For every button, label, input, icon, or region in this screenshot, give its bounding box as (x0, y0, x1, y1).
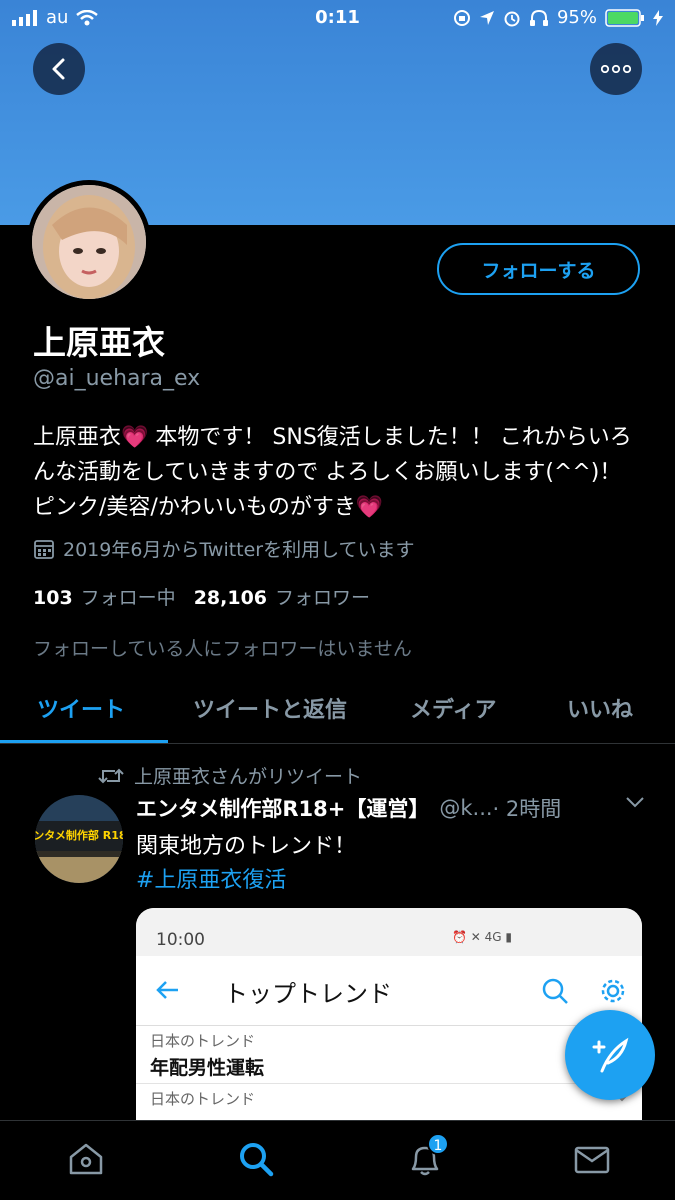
location-icon (479, 10, 494, 25)
search-icon (542, 978, 568, 1004)
active-tab-indicator (0, 740, 168, 743)
nav-home[interactable] (66, 1139, 106, 1179)
tweet-header: エンタメ制作部R18+【運営】 @k... · 2時間 (136, 793, 646, 823)
mail-icon (574, 1146, 610, 1174)
chevron-left-icon (52, 58, 65, 80)
media-time: 10:00 (156, 930, 205, 950)
home-icon (69, 1143, 103, 1175)
nav-search[interactable] (236, 1139, 276, 1179)
tweet-hashtag[interactable]: #上原亜衣復活 (136, 862, 286, 894)
tweet-media-image[interactable]: 10:00 ⏰ ✕ 4G ▮ トップトレンド 日本のトレンド 年配男性運転 日本… (136, 908, 642, 1138)
joined-date: 2019年6月からTwitterを利用しています (33, 535, 415, 562)
follow-counts: 103 フォロー中 28,106 フォロワー (33, 583, 370, 610)
tweet-author-name[interactable]: エンタメ制作部R18+【運営】 (136, 793, 429, 823)
media-title: トップトレンド (224, 980, 392, 1008)
follow-button[interactable]: フォローする (437, 243, 640, 295)
arrow-left-icon (156, 981, 178, 999)
following-count: 103 (33, 587, 73, 609)
profile-name: 上原亜衣 (33, 323, 165, 362)
battery-percent: 95% (556, 7, 597, 28)
media-app-header: トップトレンド (136, 956, 642, 1026)
mutual-followers-note: フォローしている人にフォロワーはいません (33, 638, 412, 660)
tweet-author-handle: @k... (439, 796, 493, 820)
retweet-indicator: 上原亜衣さんがリツイート (98, 762, 362, 789)
battery-icon (605, 8, 644, 27)
bottom-navigation: 1 (0, 1120, 675, 1200)
compose-tweet-button[interactable] (565, 1010, 655, 1100)
tweet-author-avatar[interactable]: エンタメ制作部 R18+ (35, 795, 123, 883)
following-label: フォロー中 (80, 587, 176, 609)
retweet-icon (98, 768, 124, 783)
followers-link[interactable]: 28,106 フォロワー (194, 583, 370, 610)
back-button[interactable] (33, 43, 85, 95)
gear-icon (601, 979, 625, 1003)
more-dots-icon (601, 65, 631, 73)
more-button[interactable] (590, 43, 642, 95)
avatar-logo-text: エンタメ制作部 R18+ (35, 828, 123, 842)
tweet-time: · 2時間 (492, 797, 562, 821)
nav-notifications[interactable]: 1 (405, 1133, 449, 1179)
compose-feather-icon (592, 1037, 629, 1073)
bio-part-1: 上原亜衣 (33, 425, 122, 450)
status-bar: au 0:11 95% (0, 0, 675, 36)
headphones-icon (529, 9, 548, 26)
tweet-text: 関東地方のトレンド！ (136, 834, 357, 859)
profile-handle: @ai_uehara_ex (33, 366, 201, 391)
tab-likes[interactable]: いいね (567, 692, 633, 724)
followers-label: フォロワー (275, 587, 371, 609)
profile-tabs: ツイート ツイートと返信 メディア いいね (0, 672, 675, 744)
joined-text: 2019年6月からTwitterを利用しています (63, 539, 415, 561)
media-status-icons: ⏰ ✕ 4G ▮ (452, 930, 512, 944)
tab-tweets-replies[interactable]: ツイートと返信 (193, 692, 347, 724)
profile-avatar[interactable] (27, 180, 151, 304)
retweet-label: 上原亜衣さんがリツイート (134, 766, 363, 788)
search-icon (240, 1143, 274, 1177)
charging-icon (653, 9, 663, 26)
heart-emoji-2: 💗 (355, 495, 384, 520)
notification-badge: 1 (427, 1133, 449, 1155)
profile-bio: 上原亜衣💗 本物です！ SNS復活しました！！ これからいろんな活動をしていきま… (33, 420, 648, 525)
media-trend-label: 日本のトレンド (150, 1090, 256, 1108)
tab-media[interactable]: メディア (410, 692, 496, 724)
nav-messages[interactable] (572, 1139, 612, 1179)
heart-emoji: 💗 (121, 425, 149, 450)
following-link[interactable]: 103 フォロー中 (33, 583, 176, 610)
orientation-lock-icon (453, 9, 470, 26)
followers-count: 28,106 (193, 587, 268, 609)
calendar-icon (34, 539, 54, 559)
alarm-icon (504, 11, 520, 26)
chevron-down-icon[interactable] (624, 795, 646, 809)
tab-tweets[interactable]: ツイート (37, 692, 125, 724)
media-status-bar: 10:00 ⏰ ✕ 4G ▮ (136, 908, 642, 956)
